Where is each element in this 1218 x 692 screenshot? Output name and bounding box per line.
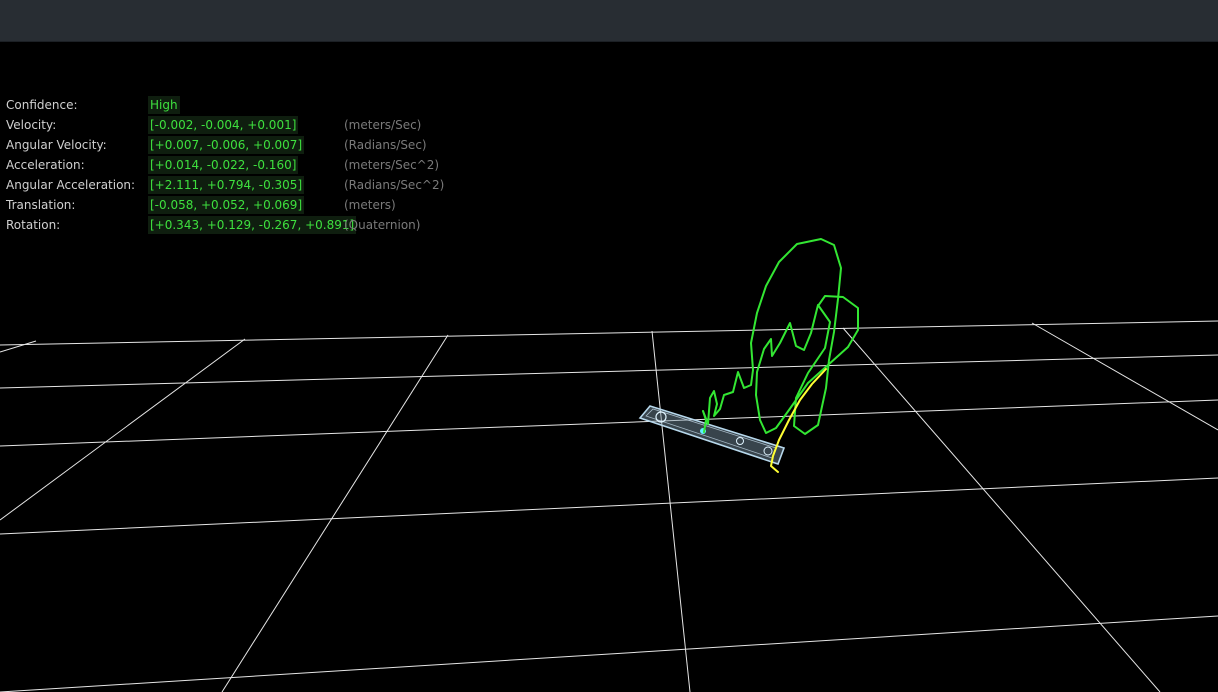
- pose-value: [+2.111, +0.794, -0.305]: [148, 176, 305, 194]
- grid-line: [0, 399, 1218, 447]
- pose-label: Translation:: [6, 198, 76, 212]
- pose-label: Confidence:: [6, 98, 78, 112]
- tracking-device-icon: [638, 405, 786, 466]
- trajectory-path: [702, 238, 859, 435]
- pose-label: Angular Velocity:: [6, 138, 107, 152]
- floor-grid: [0, 320, 1218, 692]
- pose-viewer-app: Confidence: High Velocity: [-0.002, -0.004,…: [0, 0, 1218, 692]
- pose-value: [+0.014, -0.022, -0.160]: [148, 156, 299, 174]
- grid-line: [0, 615, 1218, 692]
- pose-value: [+0.007, -0.006, +0.007]: [148, 136, 305, 154]
- pose-unit: (Radians/Sec): [344, 138, 427, 152]
- pose-label: Acceleration:: [6, 158, 85, 172]
- grid-line: [842, 327, 1161, 692]
- grid-line: [0, 354, 1218, 389]
- pose-label: Velocity:: [6, 118, 57, 132]
- grid-line: [0, 477, 1218, 535]
- pose-label: Angular Acceleration:: [6, 178, 136, 192]
- grid-line: [651, 330, 691, 692]
- grid-line: [0, 340, 37, 353]
- pose-unit: (Quaternion): [344, 218, 421, 232]
- grid-line: [0, 338, 246, 521]
- pose-unit: (meters): [344, 198, 396, 212]
- pose-unit: (meters/Sec): [344, 118, 422, 132]
- pose-unit: (Radians/Sec^2): [344, 178, 445, 192]
- pose-unit: (meters/Sec^2): [344, 158, 440, 172]
- 3d-viewport[interactable]: Confidence: High Velocity: [-0.002, -0.004,…: [0, 41, 1218, 692]
- pose-value: [-0.002, -0.004, +0.001]: [148, 116, 299, 134]
- pose-value: [+0.343, +0.129, -0.267, +0.891]: [148, 216, 357, 234]
- grid-line: [221, 334, 449, 692]
- pose-label: Rotation:: [6, 218, 61, 232]
- pose-value: [-0.058, +0.052, +0.069]: [148, 196, 305, 214]
- pose-value: High: [148, 96, 180, 114]
- grid-line: [1031, 322, 1218, 431]
- top-toolbar: [0, 0, 1218, 42]
